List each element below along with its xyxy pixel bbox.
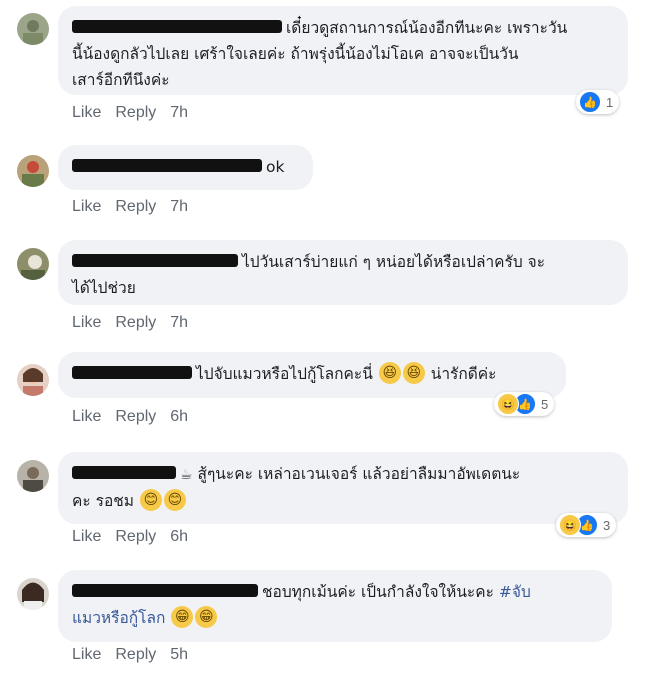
reply-button[interactable]: Reply <box>115 528 156 546</box>
redacted-author-name <box>72 584 258 597</box>
comment-text: เดี๋ยวดูสถานการณ์น้องอีกทีนะคะ เพราะวัน <box>286 19 568 37</box>
haha-reaction-icon: 😆 <box>497 393 519 415</box>
comment-bubble: ไปวันเสาร์บ่ายแก่ ๆ หน่อยได้หรือเปล่าครั… <box>58 240 628 305</box>
smiling-emoji-icon: 😊 <box>139 488 162 511</box>
comment-timestamp[interactable]: 6h <box>170 408 188 426</box>
comment-actions: Like Reply 6h <box>72 528 202 546</box>
comment-text: เสาร์อีกทีนึงค่ะ <box>72 71 170 89</box>
comment-bubble: ไปจับแมวหรือไปกู้โลกคะนี่ 😆 😆 น่ารักดีค่ะ <box>58 352 566 398</box>
reaction-summary[interactable]: 👍 1 <box>576 90 620 114</box>
like-button[interactable]: Like <box>72 408 101 426</box>
comment-actions: Like Reply 7h <box>72 198 202 216</box>
reply-button[interactable]: Reply <box>115 198 156 216</box>
reply-button[interactable]: Reply <box>115 408 156 426</box>
coffee-emoji-icon: ☕ <box>180 467 193 483</box>
avatar[interactable] <box>17 13 49 45</box>
redacted-author-name <box>72 254 238 267</box>
comment-actions: Like Reply 5h <box>72 646 202 664</box>
comment-text: สู้ๆนะคะ เหล่าอเวนเจอร์ แล้วอย่าลืมมาอัพ… <box>197 465 521 483</box>
redacted-author-name <box>72 20 282 33</box>
redacted-author-name <box>72 366 192 379</box>
comment-text: ไปจับแมวหรือไปกู้โลกคะนี่ <box>196 365 373 383</box>
comment-text: นี้น้องดูกลัวไปเลย เศร้าใจเลยค่ะ ถ้าพรุ่… <box>72 45 519 63</box>
comment-bubble: ☕ สู้ๆนะคะ เหล่าอเวนเจอร์ แล้วอย่าลืมมาอ… <box>58 452 628 524</box>
avatar[interactable] <box>17 155 49 187</box>
reaction-count: 1 <box>606 94 614 110</box>
hashtag-link[interactable]: #จับ <box>499 583 531 601</box>
reply-button[interactable]: Reply <box>115 314 156 332</box>
comment-text: น่ารักดีค่ะ <box>430 365 497 383</box>
comment-actions: Like Reply 6h <box>72 408 202 426</box>
redacted-author-name <box>72 159 262 172</box>
redacted-author-name <box>72 466 176 479</box>
like-reaction-icon: 👍 <box>579 91 601 113</box>
reaction-summary[interactable]: 😆 👍 5 <box>494 392 555 416</box>
haha-reaction-icon: 😆 <box>559 514 581 536</box>
like-button[interactable]: Like <box>72 646 101 664</box>
comment-actions: Like Reply 7h <box>72 314 202 332</box>
comment-timestamp[interactable]: 7h <box>170 198 188 216</box>
comment-text: ok <box>266 158 285 176</box>
like-button[interactable]: Like <box>72 528 101 546</box>
hashtag-link[interactable]: แมวหรือกู้โลก <box>72 609 165 627</box>
reaction-count: 3 <box>603 517 611 533</box>
comment-timestamp[interactable]: 7h <box>170 314 188 332</box>
comment-timestamp[interactable]: 5h <box>170 646 188 664</box>
reaction-count: 5 <box>541 396 549 412</box>
comment-actions: Like Reply 7h <box>72 104 202 122</box>
comment-text: ได้ไปช่วย <box>72 279 136 297</box>
reaction-summary[interactable]: 😆 👍 3 <box>556 513 617 537</box>
comment-bubble: เดี๋ยวดูสถานการณ์น้องอีกทีนะคะ เพราะวัน … <box>58 6 628 95</box>
smiling-emoji-icon: 😊 <box>163 488 186 511</box>
comment-timestamp[interactable]: 6h <box>170 528 188 546</box>
comment-text: คะ รอชม <box>72 492 134 510</box>
reply-button[interactable]: Reply <box>115 646 156 664</box>
like-button[interactable]: Like <box>72 198 101 216</box>
comment-bubble: ชอบทุกเม้นค่ะ เป็นกำลังใจให้นะคะ #จับ แม… <box>58 570 612 642</box>
beaming-emoji-icon: 😁 <box>195 605 218 628</box>
avatar[interactable] <box>17 364 49 396</box>
beaming-emoji-icon: 😁 <box>171 605 194 628</box>
grinning-emoji-icon: 😆 <box>378 361 401 384</box>
comment-text: ชอบทุกเม้นค่ะ เป็นกำลังใจให้นะคะ <box>262 583 494 601</box>
grinning-emoji-icon: 😆 <box>402 361 425 384</box>
avatar[interactable] <box>17 578 49 610</box>
comment-text: ไปวันเสาร์บ่ายแก่ ๆ หน่อยได้หรือเปล่าครั… <box>242 253 546 271</box>
reply-button[interactable]: Reply <box>115 104 156 122</box>
like-button[interactable]: Like <box>72 104 101 122</box>
avatar[interactable] <box>17 248 49 280</box>
comment-timestamp[interactable]: 7h <box>170 104 188 122</box>
comment-bubble: ok <box>58 145 313 190</box>
avatar[interactable] <box>17 460 49 492</box>
like-button[interactable]: Like <box>72 314 101 332</box>
